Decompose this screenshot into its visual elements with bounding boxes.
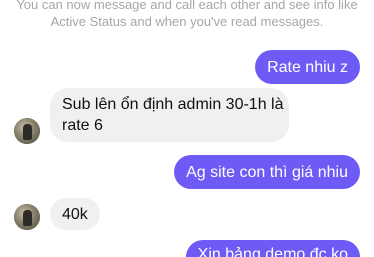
contact-avatar[interactable] [14, 118, 40, 144]
chat-start-notice: You can now message and call each other … [0, 0, 374, 30]
incoming-message[interactable]: Sub lên ổn định admin 30-1h là rate 6 [50, 88, 289, 142]
notice-line-1: You can now message and call each other … [16, 0, 358, 12]
contact-avatar[interactable] [14, 204, 40, 230]
notice-line-2: Active Status and when you've read messa… [50, 14, 324, 29]
message-text: 40k [62, 205, 88, 223]
outgoing-message[interactable]: Rate nhiu z [255, 50, 360, 84]
message-text-line-2: rate 6 [62, 117, 103, 134]
message-text: Ag site con thì giá nhiu [186, 163, 348, 181]
incoming-message[interactable]: 40k [50, 198, 100, 230]
outgoing-message[interactable]: Ag site con thì giá nhiu [174, 155, 360, 189]
message-text: Xin bảng demo đc ko [197, 246, 348, 257]
message-text: Rate nhiu z [267, 58, 348, 76]
outgoing-message[interactable]: Xin bảng demo đc ko [185, 240, 360, 257]
message-text-line-1: Sub lên ổn định admin 30-1h là [62, 96, 284, 113]
